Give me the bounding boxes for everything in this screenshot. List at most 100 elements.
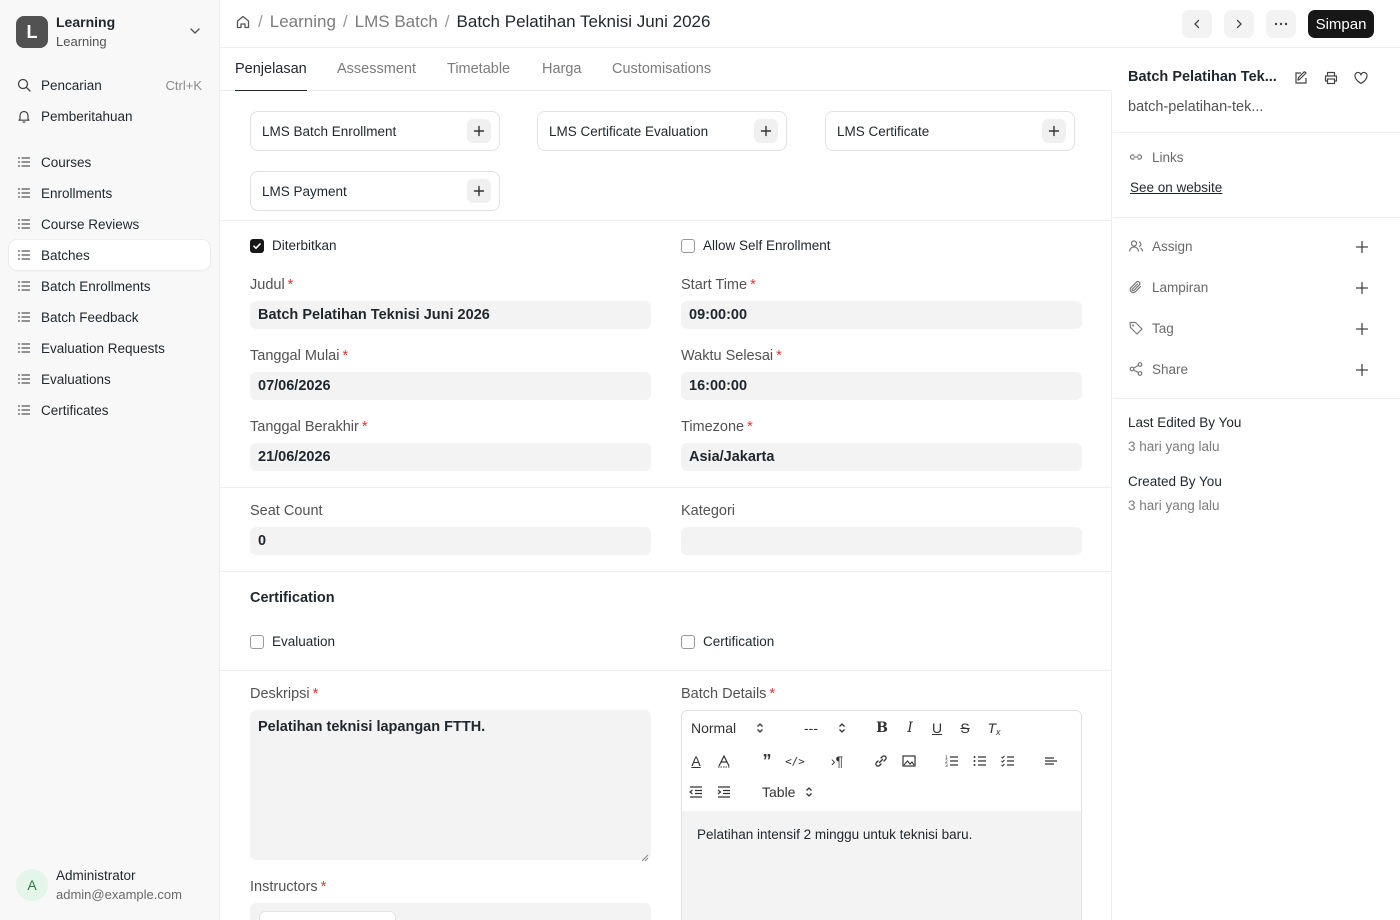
add-share-button[interactable]	[1353, 361, 1371, 379]
tab-customisations[interactable]: Customisations	[612, 61, 711, 91]
text-direction-icon[interactable]: ›¶	[828, 751, 846, 771]
sidebar-item-batch-enrollments[interactable]: Batch Enrollments	[9, 271, 210, 301]
allow-self-enrollment-checkbox[interactable]: Allow Self Enrollment	[681, 238, 831, 253]
start-date-input[interactable]: 07/06/2026	[250, 372, 651, 400]
quote-icon[interactable]: ”	[758, 751, 776, 771]
batch-details-editor[interactable]: Normal --- B I U S Tx A ” </> ›¶ 1 2 3 T…	[681, 710, 1082, 920]
end-time-input[interactable]: 16:00:00	[681, 372, 1082, 400]
connection-card-lms-payment[interactable]: LMS Payment	[250, 171, 500, 211]
sidebar-item-batches[interactable]: Batches	[9, 240, 210, 270]
select-arrows-icon	[805, 786, 813, 798]
text-color-icon[interactable]: A	[688, 751, 704, 771]
sidebar-item-course-reviews[interactable]: Course Reviews	[9, 209, 210, 239]
list-icon	[16, 154, 32, 170]
users-icon	[1128, 238, 1144, 254]
plus-icon[interactable]	[467, 119, 491, 143]
evaluation-checkbox[interactable]: Evaluation	[250, 634, 335, 649]
home-icon[interactable]	[235, 14, 251, 30]
certification-checkbox[interactable]: Certification	[681, 634, 774, 649]
add-lampiran-button[interactable]	[1353, 279, 1371, 297]
connection-card-lms-certificate[interactable]: LMS Certificate	[825, 111, 1075, 151]
more-actions-button[interactable]	[1266, 10, 1296, 38]
heart-icon[interactable]	[1351, 68, 1371, 88]
document-name: batch-pelatihan-tek...	[1128, 99, 1264, 115]
app-title: Learning	[56, 14, 116, 30]
code-icon[interactable]: </>	[785, 751, 805, 771]
category-input[interactable]	[681, 527, 1082, 555]
sidebar-item-courses[interactable]: Courses	[9, 147, 210, 177]
description-textarea[interactable]: Pelatihan teknisi lapangan FTTH.	[250, 710, 651, 862]
tab-harga[interactable]: Harga	[542, 61, 582, 91]
add-assign-button[interactable]	[1353, 238, 1371, 256]
connection-card-lms-batch-enrollment[interactable]: LMS Batch Enrollment	[250, 111, 500, 151]
published-checkbox[interactable]: Diterbitkan	[250, 238, 337, 253]
plus-icon[interactable]	[467, 179, 491, 203]
start-time-input[interactable]: 09:00:00	[681, 301, 1082, 329]
sidebar-item-label: Enrollments	[41, 185, 113, 201]
page-title: Batch Pelatihan Teknisi Juni 2026	[456, 12, 711, 31]
panel-divider	[1113, 398, 1400, 399]
published-label: Diterbitkan	[272, 238, 337, 253]
sidebar-item-evaluations[interactable]: Evaluations	[9, 364, 210, 394]
created-time: 3 hari yang lalu	[1128, 498, 1220, 513]
add-tag-button[interactable]	[1353, 320, 1371, 338]
sidebar-action-tag: Tag	[1128, 320, 1174, 336]
sidebar-item-enrollments[interactable]: Enrollments	[9, 178, 210, 208]
seat-count-input[interactable]: 0	[250, 527, 651, 555]
align-left-icon[interactable]	[1042, 751, 1060, 771]
strikethrough-icon[interactable]: S	[957, 718, 973, 738]
plus-icon[interactable]	[754, 119, 778, 143]
tab-timetable[interactable]: Timetable	[447, 61, 510, 91]
link-icon[interactable]	[872, 751, 890, 771]
editor-content[interactable]: Pelatihan intensif 2 minggu untuk teknis…	[682, 811, 1081, 920]
tab-assessment[interactable]: Assessment	[337, 61, 416, 91]
table-select[interactable]: Table	[762, 782, 813, 802]
connection-label: LMS Certificate Evaluation	[549, 123, 709, 139]
previous-record-button[interactable]	[1182, 10, 1212, 38]
check-list-icon[interactable]	[999, 751, 1017, 771]
print-icon[interactable]	[1321, 68, 1341, 88]
indent-icon[interactable]	[715, 782, 733, 802]
underline-icon[interactable]: U	[929, 718, 945, 738]
notifications-button[interactable]: Pemberitahuan	[9, 101, 210, 131]
ordered-list-icon[interactable]: 123	[943, 751, 961, 771]
description-label: Deskripsi *	[250, 686, 319, 702]
checkbox-checked-icon	[250, 238, 264, 253]
bold-icon[interactable]: B	[874, 718, 890, 738]
see-on-website-link[interactable]: See on website	[1130, 180, 1222, 195]
end-time-label: Waktu Selesai *	[681, 348, 782, 364]
italic-icon[interactable]: I	[902, 718, 918, 738]
user-menu[interactable]: A Administrator admin@example.com	[16, 866, 182, 904]
size-select[interactable]: ---	[804, 718, 846, 738]
breadcrumb-item-lms-batch[interactable]: LMS Batch	[355, 12, 438, 32]
image-icon[interactable]	[900, 751, 918, 771]
instructor-pill[interactable]	[260, 912, 395, 920]
title-input[interactable]: Batch Pelatihan Teknisi Juni 2026	[250, 301, 651, 329]
start-date-label: Tanggal Mulai *	[250, 348, 349, 364]
timezone-select[interactable]: Asia/Jakarta	[681, 443, 1082, 471]
format-select[interactable]: Normal	[691, 718, 764, 738]
list-icon	[16, 402, 32, 418]
plus-icon[interactable]	[1042, 119, 1066, 143]
breadcrumb-item-learning[interactable]: Learning	[270, 12, 336, 32]
sidebar-item-evaluation-requests[interactable]: Evaluation Requests	[9, 333, 210, 363]
sidebar-item-batch-feedback[interactable]: Batch Feedback	[9, 302, 210, 332]
highlight-icon[interactable]	[715, 751, 733, 771]
section-divider	[220, 670, 1112, 671]
tab-penjelasan[interactable]: Penjelasan	[235, 61, 307, 91]
sidebar-item-certificates[interactable]: Certificates	[9, 395, 210, 425]
outdent-icon[interactable]	[687, 782, 705, 802]
clear-format-icon[interactable]: Tx	[985, 718, 1003, 738]
plus-icon	[1355, 240, 1369, 254]
end-date-input[interactable]: 21/06/2026	[250, 443, 651, 471]
bullet-list-icon[interactable]	[971, 751, 989, 771]
resize-handle-icon[interactable]	[641, 850, 649, 862]
app-switcher[interactable]: L Learning Learning	[16, 14, 206, 49]
bell-icon	[16, 108, 32, 124]
search-button[interactable]: Pencarian Ctrl+K	[9, 70, 210, 100]
save-button[interactable]: Simpan	[1308, 10, 1374, 38]
connection-card-lms-certificate-evaluation[interactable]: LMS Certificate Evaluation	[537, 111, 787, 151]
edit-icon[interactable]	[1291, 68, 1311, 88]
next-record-button[interactable]	[1224, 10, 1254, 38]
instructors-field[interactable]	[250, 903, 651, 920]
